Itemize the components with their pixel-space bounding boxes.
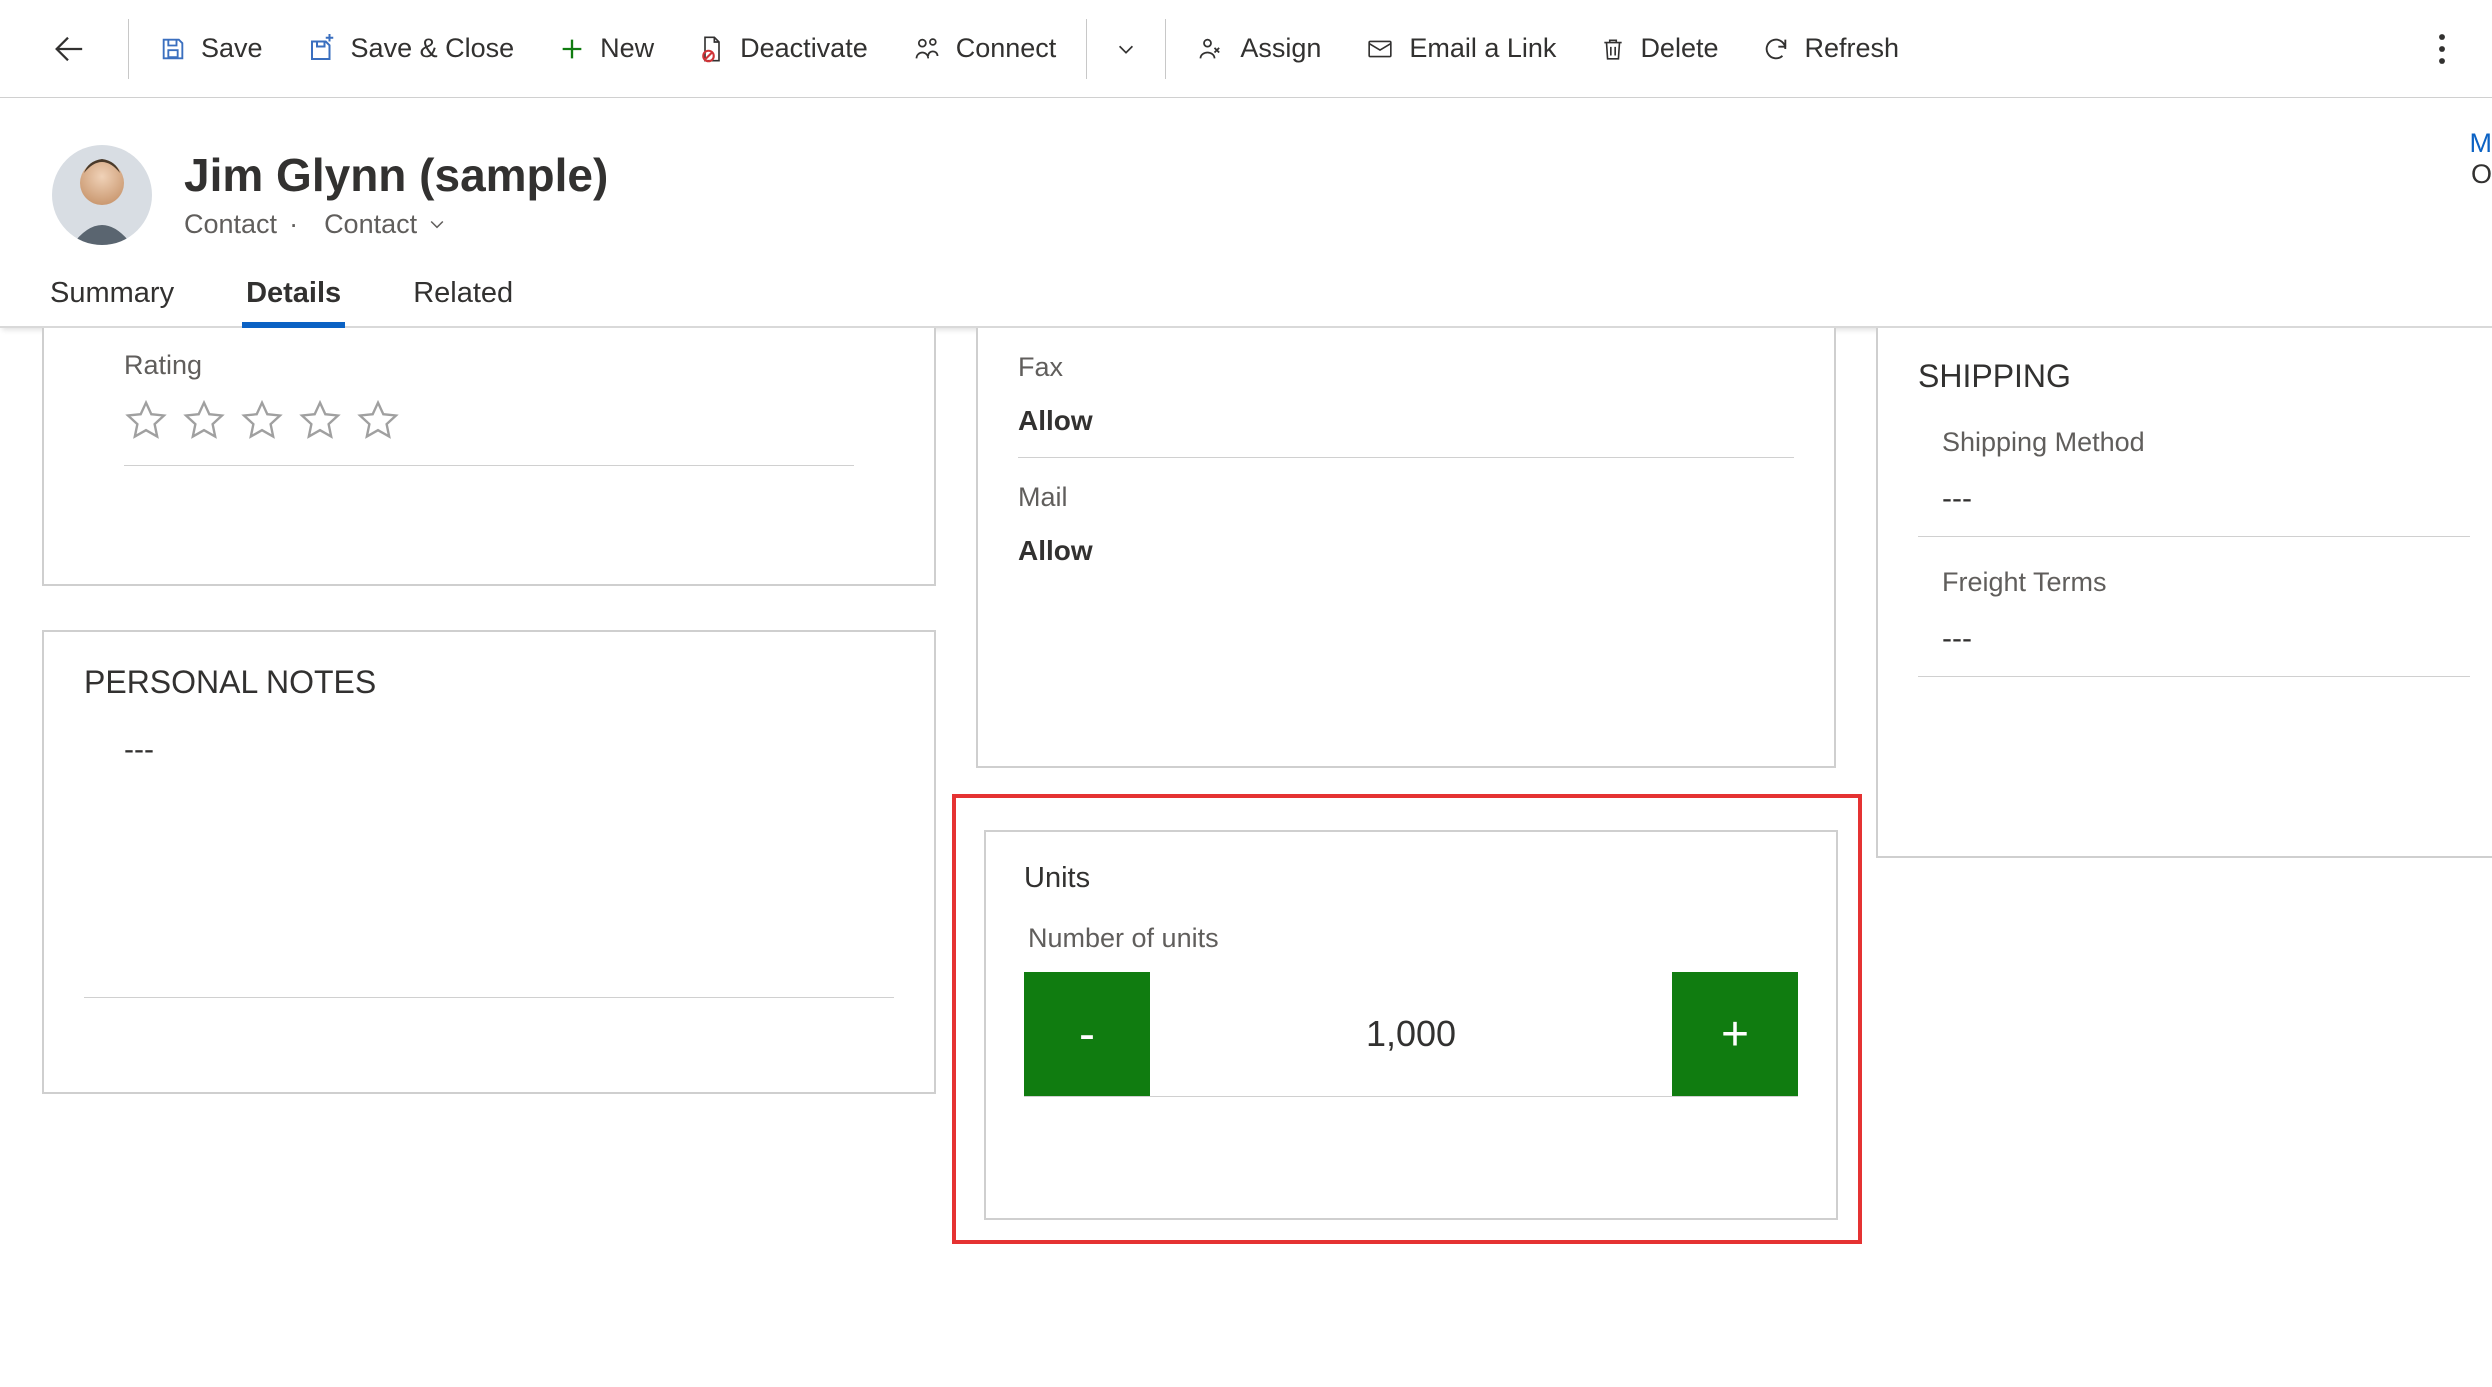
units-value[interactable]: 1,000 [1150, 1013, 1672, 1055]
personal-notes-section: PERSONAL NOTES --- [42, 630, 936, 1094]
personal-notes-value: --- [124, 733, 154, 766]
refresh-button[interactable]: Refresh [1740, 0, 1921, 97]
decrement-button[interactable]: - [1024, 972, 1150, 1096]
delete-icon [1600, 35, 1626, 63]
deactivate-label: Deactivate [740, 33, 868, 64]
toolbar-divider [128, 19, 129, 79]
connect-icon [912, 35, 942, 63]
chevron-down-icon [427, 214, 447, 234]
save-close-icon [307, 34, 337, 64]
tab-strip: Summary Details Related [0, 260, 2492, 328]
refresh-icon [1762, 35, 1790, 63]
tab-summary[interactable]: Summary [46, 277, 178, 326]
save-close-label: Save & Close [351, 33, 515, 64]
plus-icon: + [1721, 1007, 1749, 1062]
shipping-section: SHIPPING Shipping Method --- Freight Ter… [1876, 328, 2492, 858]
back-button[interactable] [16, 0, 120, 97]
rating-label: Rating [124, 350, 854, 381]
rating-section: Rating [42, 328, 936, 586]
form-body: Rating PERSONAL NOTES --- Fax Allow Mail… [0, 328, 2492, 1372]
assign-button[interactable]: Assign [1174, 0, 1343, 97]
email-link-icon [1365, 36, 1395, 62]
chevron-down-icon [1115, 38, 1137, 60]
shipping-method-field[interactable]: Shipping Method --- [1918, 427, 2470, 537]
freight-terms-label: Freight Terms [1942, 567, 2470, 598]
tab-details[interactable]: Details [242, 277, 345, 326]
clip-letter: O [2470, 159, 2492, 190]
command-bar: Save Save & Close New Deactivate [0, 0, 2492, 98]
connect-button[interactable]: Connect [890, 0, 1079, 97]
star-icon [356, 399, 400, 443]
record-subtitle: Contact · Contact [184, 209, 608, 240]
fax-label: Fax [1018, 352, 1794, 383]
mail-value: Allow [1018, 535, 1794, 567]
toolbar-divider [1165, 19, 1166, 79]
delete-button[interactable]: Delete [1578, 0, 1740, 97]
fax-field[interactable]: Fax Allow [1018, 328, 1794, 458]
toolbar-divider [1086, 19, 1087, 79]
units-section: Units Number of units - 1,000 + [984, 830, 1838, 1220]
freight-terms-field[interactable]: Freight Terms --- [1918, 567, 2470, 677]
email-link-button[interactable]: Email a Link [1343, 0, 1578, 97]
refresh-label: Refresh [1804, 33, 1899, 64]
minus-icon: - [1079, 1007, 1095, 1062]
form-name: Contact [324, 209, 417, 240]
header-right-clip: M O [2470, 128, 2492, 190]
dot: · [289, 209, 298, 240]
save-close-button[interactable]: Save & Close [285, 0, 537, 97]
units-label: Number of units [1028, 923, 1798, 954]
new-button[interactable]: New [536, 0, 676, 97]
fax-value: Allow [1018, 405, 1794, 437]
personal-notes-title: PERSONAL NOTES [84, 664, 894, 701]
new-icon [558, 35, 586, 63]
new-label: New [600, 33, 654, 64]
record-header: Jim Glynn (sample) Contact · Contact M O [0, 98, 2492, 260]
tab-related[interactable]: Related [409, 277, 517, 326]
save-label: Save [201, 33, 263, 64]
star-icon [240, 399, 284, 443]
avatar [52, 145, 152, 245]
connect-label: Connect [956, 33, 1057, 64]
shipping-title: SHIPPING [1918, 358, 2470, 395]
assign-label: Assign [1240, 33, 1321, 64]
star-icon [124, 399, 168, 443]
deactivate-button[interactable]: Deactivate [676, 0, 890, 97]
assign-icon [1196, 35, 1226, 63]
shipping-method-label: Shipping Method [1942, 427, 2470, 458]
back-arrow-icon [51, 32, 85, 66]
increment-button[interactable]: + [1672, 972, 1798, 1096]
deactivate-icon [698, 35, 726, 63]
clip-letter: M [2470, 128, 2492, 159]
star-icon [298, 399, 342, 443]
star-icon [182, 399, 226, 443]
personal-notes-field[interactable]: --- [84, 733, 894, 998]
freight-terms-value: --- [1942, 622, 2470, 656]
save-icon [159, 35, 187, 63]
quantity-stepper: - 1,000 + [1024, 972, 1798, 1097]
units-highlight: Units Number of units - 1,000 + [952, 794, 1862, 1244]
mail-label: Mail [1018, 482, 1794, 513]
save-button[interactable]: Save [137, 0, 285, 97]
connect-dropdown[interactable] [1095, 0, 1157, 97]
delete-label: Delete [1640, 33, 1718, 64]
kebab-icon [2438, 32, 2446, 66]
shipping-method-value: --- [1942, 482, 2470, 516]
units-title: Units [1024, 862, 1798, 895]
form-selector[interactable]: Contact [324, 209, 447, 240]
email-link-label: Email a Link [1409, 33, 1556, 64]
entity-name: Contact [184, 209, 277, 240]
contact-preferences-section: Fax Allow Mail Allow [976, 328, 1836, 768]
overflow-button[interactable] [2420, 0, 2464, 97]
record-title: Jim Glynn (sample) [184, 150, 608, 201]
star-rating[interactable] [124, 399, 854, 466]
mail-field[interactable]: Mail Allow [1018, 458, 1794, 587]
